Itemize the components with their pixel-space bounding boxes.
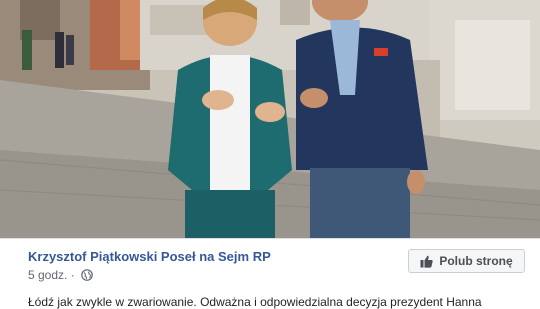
like-page-button-label: Polub stronę (439, 254, 513, 268)
globe-icon (80, 269, 93, 281)
like-page-button[interactable]: Polub stronę (408, 249, 525, 273)
post-author-link[interactable]: Krzysztof Piątkowski Poseł na Sejm RP (28, 249, 271, 264)
street-scene-image (0, 0, 540, 238)
post-photo[interactable] (0, 0, 540, 238)
post-text: Łódź jak zwykle w zwariowanie. Odważna i… (28, 295, 482, 309)
post-meta: 5 godz. · (28, 268, 93, 282)
post-timestamp[interactable]: 5 godz. · (28, 268, 75, 282)
thumbs-up-icon (420, 255, 434, 268)
post-card: Krzysztof Piątkowski Poseł na Sejm RP 5 … (0, 238, 540, 309)
